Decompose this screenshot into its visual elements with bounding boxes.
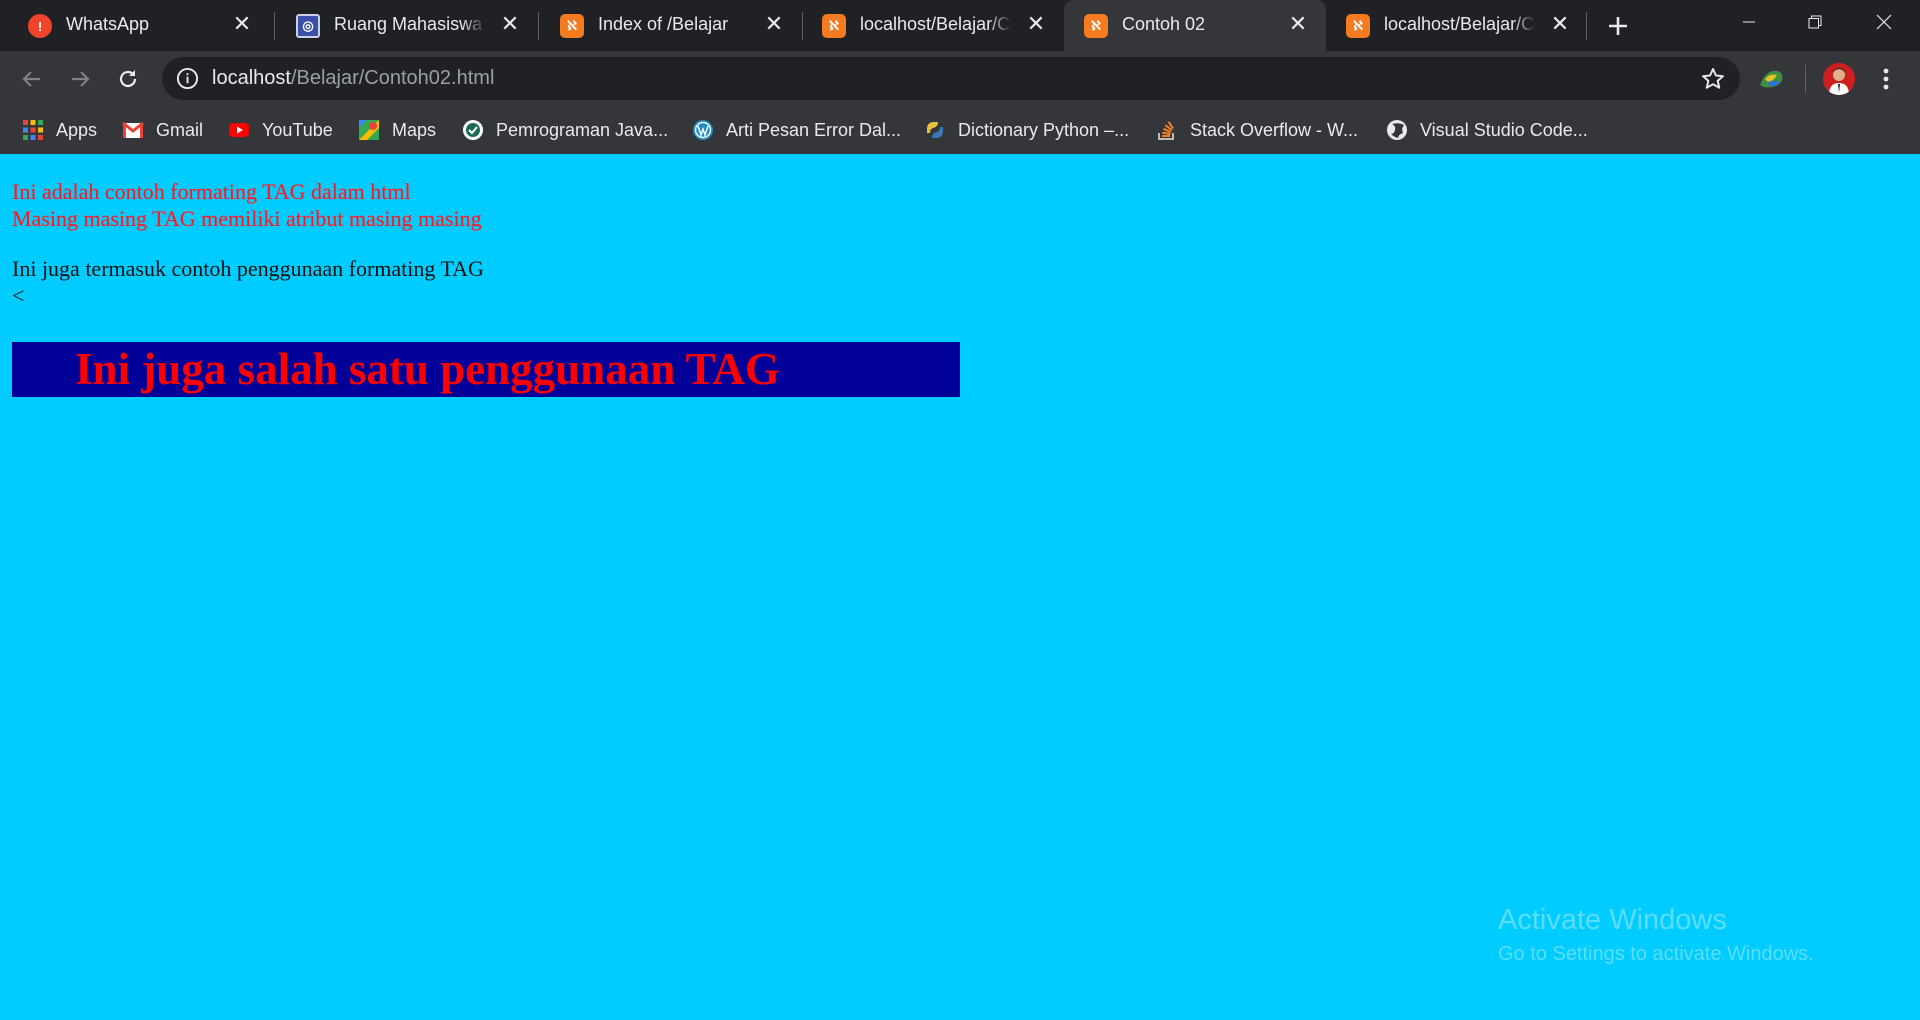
tab-whatsapp[interactable]: ! WhatsApp ✕ [8,0,270,51]
red-formatted-text: Ini adalah contoh formating TAG dalam ht… [12,178,482,232]
avatar[interactable] [1823,63,1855,95]
stray-character: < [12,283,25,308]
bookmark-label: Visual Studio Code... [1420,119,1588,140]
reload-icon [119,70,137,88]
red-text-line: Ini adalah contoh formating TAG dalam ht… [12,179,411,204]
browser-toolbar: localhost/Belajar/Contoh02.html [0,51,1920,106]
url-text[interactable]: localhost/Belajar/Contoh02.html [212,67,494,90]
bookmark-dictionary-python[interactable]: Dictionary Python –... [924,116,1129,144]
black-formatted-text: Ini juga termasuk contoh penggunaan form… [12,255,484,309]
url-host: localhost [212,67,291,89]
restore-icon [1808,15,1822,29]
bookmark-label: Arti Pesan Error Dal... [726,119,902,140]
page-content: Ini adalah contoh formating TAG dalam ht… [0,154,1920,1020]
watermark-title: Activate Windows [1498,904,1727,936]
bookmark-star-icon[interactable] [1700,66,1726,92]
minimize-button[interactable] [1716,0,1782,44]
profile-photo-icon [1823,63,1855,95]
tab-contoh-02[interactable]: ℵ Contoh 02 ✕ [1064,0,1326,51]
bookmark-label: Dictionary Python –... [958,119,1130,140]
red-text-line: Masing masing TAG memiliki atribut masin… [12,206,482,231]
tab-ruang-mahasiswa[interactable]: ◎ Ruang Mahasiswa Universitas ✕ [276,0,538,51]
plus-icon [1609,17,1627,35]
tab-localhost-belajar-1[interactable]: ℵ localhost/Belajar/Contoh01.html ✕ [802,0,1064,51]
close-icon [1876,14,1892,30]
xampp-icon: ℵ [560,14,584,38]
tab-localhost-belajar-2[interactable]: ℵ localhost/Belajar/Contoh03.html ✕ [1326,0,1588,51]
youtube-icon [229,123,249,137]
tab-title: Ruang Mahasiswa Universitas [334,14,486,34]
activate-windows-watermark: Activate Windows Go to Settings to activ… [1498,904,1814,966]
url-path: /Belajar/Contoh02.html [290,67,495,89]
wordpress-icon [693,120,713,140]
toolbar-divider [1805,65,1806,93]
bookmarks-bar: Apps Gmail YouTube Maps Pemrograman Java… [0,106,1920,154]
bookmark-apps[interactable]: Apps [22,116,97,144]
tab-title: localhost/Belajar/Contoh01.html [860,14,1012,34]
apps-grid-icon [23,120,43,140]
close-icon[interactable]: ✕ [1286,11,1310,36]
whatsapp-notification-icon: ! [28,14,52,38]
tab-separator [274,12,275,40]
bookmark-stack-overflow[interactable]: Stack Overflow - W... [1156,116,1358,144]
bookmark-maps[interactable]: Maps [358,116,436,144]
close-icon[interactable]: ✕ [1548,11,1572,36]
new-tab-button[interactable] [1602,10,1634,42]
bookmark-label: Maps [392,119,437,140]
tab-separator [1586,12,1587,40]
xampp-icon: ℵ [1346,14,1370,38]
forward-button[interactable] [62,61,98,97]
gmail-icon [122,121,144,138]
site-favicon-icon [463,120,483,140]
close-icon[interactable]: ✕ [1024,11,1048,36]
minimize-icon [1743,21,1755,23]
arrow-left-icon [22,71,40,87]
stackoverflow-icon [1158,121,1174,140]
tab-title: Index of /Belajar [598,14,729,34]
close-icon[interactable]: ✕ [498,11,522,36]
watermark-subtitle: Go to Settings to activate Windows. [1498,943,1814,965]
address-bar[interactable]: localhost/Belajar/Contoh02.html [162,57,1740,100]
bookmark-label: Gmail [156,119,204,140]
reload-button[interactable] [110,61,146,97]
bookmark-youtube[interactable]: YouTube [228,116,333,144]
more-vert-icon[interactable] [1872,63,1900,95]
banner-heading: Ini juga salah satu penggunaan TAG [75,344,780,394]
bookmark-label: YouTube [262,119,333,140]
close-icon[interactable]: ✕ [230,11,254,36]
close-window-button[interactable] [1848,0,1920,44]
tab-strip: ! WhatsApp ✕ ◎ Ruang Mahasiswa Universit… [0,0,1920,51]
heading-banner: Ini juga salah satu penggunaan TAG [12,342,960,397]
restore-button[interactable] [1782,0,1848,44]
bookmark-label: Apps [56,119,98,140]
tab-title: WhatsApp [66,14,150,34]
xampp-icon: ℵ [822,14,846,38]
university-logo-icon: ◎ [296,14,320,38]
bookmark-gmail[interactable]: Gmail [122,116,203,144]
bookmark-pemrograman-java[interactable]: Pemrograman Java... [462,116,668,144]
arrow-right-icon [72,71,90,87]
back-button[interactable] [14,61,50,97]
black-text-line: Ini juga termasuk contoh penggunaan form… [12,256,484,281]
bookmark-label: Pemrograman Java... [496,119,669,140]
extension-icon[interactable] [1756,65,1786,93]
tab-separator [538,12,539,40]
tab-index-belajar[interactable]: ℵ Index of /Belajar ✕ [540,0,802,51]
globe-icon [1387,120,1407,140]
tab-title: localhost/Belajar/Contoh03.html [1384,14,1536,34]
close-icon[interactable]: ✕ [762,11,786,36]
bookmark-visual-studio-code[interactable]: Visual Studio Code... [1386,116,1588,144]
maps-icon [359,120,379,140]
bookmark-arti-pesan-error[interactable]: Arti Pesan Error Dal... [692,116,901,144]
tab-title: Contoh 02 [1122,14,1206,34]
bookmark-label: Stack Overflow - W... [1190,119,1359,140]
python-icon [927,122,943,138]
info-icon[interactable] [176,67,199,90]
xampp-icon: ℵ [1084,14,1108,38]
